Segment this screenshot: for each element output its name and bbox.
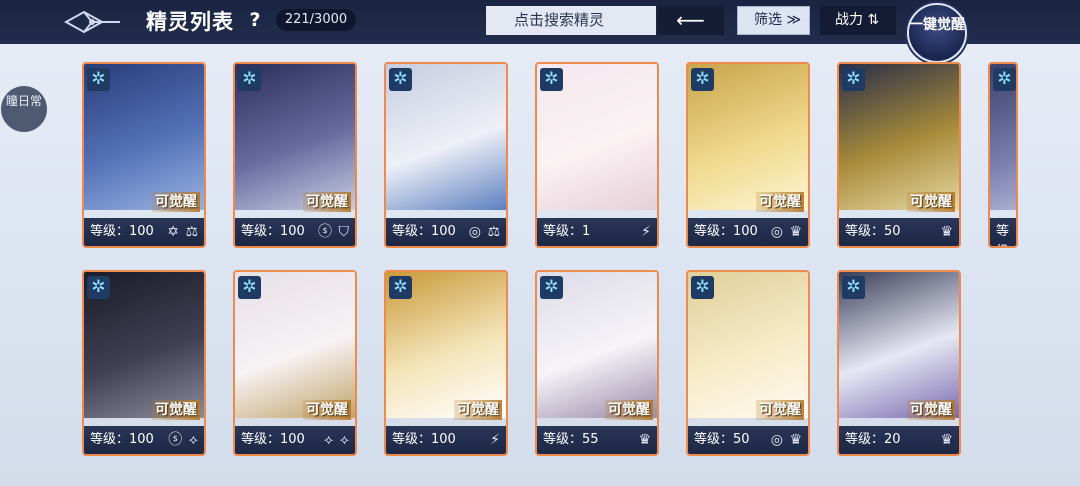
skill-icons: ◎ ♛ [770,432,803,448]
spirit-level: 等级：100 [392,224,456,239]
back-logo-icon[interactable] [62,6,122,38]
element-ice-icon: ✲ [389,68,412,91]
spirit-level: 等级：100 [694,224,758,239]
spirit-card[interactable]: ✲ 可觉醒等级：100 ⟡ ⟡ [233,270,357,456]
side-tab-daily[interactable]: 瞳日常 [1,86,47,132]
skill-icons: ⚡ [641,224,652,240]
spirit-card[interactable]: ✲ 等级：100 ◎ ⚖ [384,62,508,248]
awaken-badge: 可觉醒 [152,192,200,212]
skill-icons: ✡ ⚖ [167,224,199,240]
element-ice-icon: ✲ [842,276,865,299]
element-ice-icon: ✲ [842,68,865,91]
awaken-badge: 可觉醒 [756,400,804,420]
element-ice-icon: ✲ [691,276,714,299]
awaken-badge: 可觉醒 [303,192,351,212]
spirit-level: 等级： [996,224,1016,246]
spirit-card[interactable]: ✲ 等级：1 ⚡ [535,62,659,248]
spirit-level: 等级：100 [90,224,154,239]
awaken-badge: 可觉醒 [454,400,502,420]
help-icon[interactable]: ? [245,8,265,32]
skill-icons: ⚡ [490,432,501,448]
spirit-level: 等级：100 [241,432,305,447]
element-ice-icon: ✲ [691,68,714,91]
skill-icons: ◎ ⚖ [468,224,501,240]
spirit-card[interactable]: ✲ 可觉醒等级：100 ⚡ [384,270,508,456]
sort-power-button[interactable]: 战力 ⇅ [820,6,896,35]
skill-icons: ⓢ ⟡ [168,432,199,448]
skill-icons: ⟡ ⟡ [324,432,350,448]
spirit-card[interactable]: ✲ 可觉醒等级：100 ✡ ⚖ [82,62,206,248]
filter-button[interactable]: 筛选 ≫ [737,6,810,35]
search-button[interactable]: ⟵ [657,6,724,35]
element-ice-icon: ✲ [389,276,412,299]
awaken-badge: 可觉醒 [152,400,200,420]
spirit-card[interactable]: ✲ 可觉醒等级：100 ⓢ ⛉ [233,62,357,248]
spirit-count: 221/3000 [276,9,356,31]
awaken-badge: 可觉醒 [605,400,653,420]
element-ice-icon: ✲ [238,276,261,299]
element-ice-icon: ✲ [87,276,110,299]
awaken-badge: 可觉醒 [907,192,955,212]
skill-icons: ◎ ♛ [770,224,803,240]
skill-icons: ⓢ ⛉ [318,224,350,240]
spirit-level: 等级：20 [845,432,901,447]
spirit-level: 等级：55 [543,432,599,447]
skill-icons: ♛ [638,432,652,448]
awaken-badge: 可觉醒 [303,400,351,420]
search-input[interactable]: 点击搜索精灵 [486,6,656,35]
page-title: 精灵列表 [146,10,234,34]
spirit-card[interactable]: ✲ 可觉醒 等级：50 ◎ ♛ [686,270,810,456]
one-key-awaken-button[interactable]: 一键觉醒 [907,3,967,63]
awaken-badge: 可觉醒 [907,400,955,420]
spirit-card[interactable]: ✲ 可觉醒 等级：20 ♛ [837,270,961,456]
spirit-card[interactable]: ✲ 可觉醒等级：100 ⓢ ⟡ [82,270,206,456]
spirit-card[interactable]: ✲ 可觉醒等级：100 ◎ ♛ [686,62,810,248]
spirit-level: 等级：100 [392,432,456,447]
skill-icons: ♛ [940,432,954,448]
spirit-card[interactable]: ✲ 可觉醒 等级：50 ♛ [837,62,961,248]
spirit-card[interactable]: ✲ 等级： [988,62,1018,248]
spirit-level: 等级：50 [845,224,901,239]
element-ice-icon: ✲ [993,68,1016,91]
element-ice-icon: ✲ [87,68,110,91]
spirit-level: 等级：100 [241,224,305,239]
spirit-level: 等级：50 [694,432,750,447]
awaken-badge: 可觉醒 [756,192,804,212]
spirit-level: 等级：100 [90,432,154,447]
element-ice-icon: ✲ [238,68,261,91]
element-ice-icon: ✲ [540,68,563,91]
spirit-level: 等级：1 [543,224,591,239]
spirit-card[interactable]: ✲ 可觉醒 等级：55 ♛ [535,270,659,456]
skill-icons: ♛ [940,224,954,240]
element-ice-icon: ✲ [540,276,563,299]
